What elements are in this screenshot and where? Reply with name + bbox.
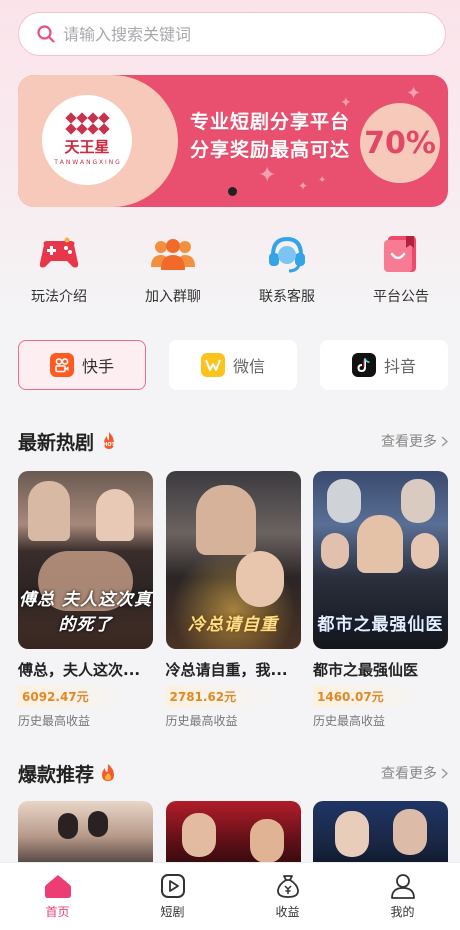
view-more-label: 查看更多 — [381, 434, 437, 450]
money-bag-icon — [276, 875, 299, 898]
banner-headline: 专业短剧分享平台 — [190, 111, 351, 133]
banner-percent: 70% — [360, 103, 440, 183]
drama-earnings: 2781.62元 — [165, 686, 276, 707]
hot-flame-icon: HOT — [103, 432, 116, 449]
drama-poster: 冷总请自重 — [165, 471, 301, 649]
drama-poster — [18, 801, 153, 871]
brand-logo: 天王星 T A N W A N G X I N G — [42, 95, 132, 185]
sparkle-icon: ✦ — [258, 163, 277, 188]
platform-label: 抖音 — [383, 357, 416, 376]
quick-item-label: 加入群聊 — [145, 289, 201, 305]
tab-earnings[interactable]: 收益 — [243, 873, 333, 920]
latest-drama-list: 傅总 夫人这次真的死了 傅总，夫人这次... 6092.47元 历史最高收益 冷… — [18, 471, 448, 729]
bottom-tab-bar: 首页 短剧 收益 我的 — [0, 862, 460, 930]
view-more-label: 查看更多 — [381, 766, 437, 782]
view-more-link[interactable]: 查看更多 — [381, 431, 448, 451]
flame-icon — [102, 764, 115, 781]
drama-poster — [165, 801, 301, 871]
tab-home[interactable]: 首页 — [13, 873, 103, 920]
play-icon — [160, 874, 185, 898]
section-title: 最新热剧 HOT — [18, 428, 118, 455]
drama-card[interactable] — [313, 801, 448, 871]
sparkle-icon: ✦ — [298, 179, 309, 193]
sparkle-icon: ✦ — [318, 175, 327, 186]
group-icon — [151, 232, 195, 276]
douyin-icon — [351, 353, 376, 377]
svg-text:HOT: HOT — [103, 442, 115, 448]
drama-title: 傅总，夫人这次... — [18, 661, 141, 679]
quick-item-label: 联系客服 — [259, 289, 315, 305]
poster-title: 都市之最强仙医 — [317, 615, 444, 635]
quick-actions: 玩法介绍 加入群聊 联系客服 平台公告 — [0, 232, 460, 312]
view-more-link[interactable]: 查看更多 — [381, 763, 448, 783]
earnings-caption: 历史最高收益 — [18, 714, 91, 728]
section-header-latest: 最新热剧 HOT 查看更多 — [18, 426, 448, 456]
platform-kuaishou-button[interactable]: 快手 — [18, 340, 146, 390]
platform-douyin-button[interactable]: 抖音 — [320, 340, 448, 390]
quick-item-announcement[interactable]: 平台公告 — [351, 232, 451, 312]
drama-card[interactable]: 冷总请自重 冷总请自重，我... 2781.62元 历史最高收益 — [165, 471, 301, 729]
banner-subline: 分享奖励最高可达 — [190, 139, 351, 161]
tab-mine[interactable]: 我的 — [358, 873, 448, 920]
tab-label: 收益 — [275, 905, 300, 919]
search-bar[interactable] — [18, 12, 446, 56]
headset-icon — [265, 232, 309, 276]
gamepad-icon — [37, 232, 81, 276]
tab-label: 短剧 — [160, 905, 185, 919]
brand-logo-sub: T A N W A N G X I N G — [54, 159, 120, 166]
chevron-right-icon — [441, 435, 448, 447]
promo-banner[interactable]: 天王星 T A N W A N G X I N G ✦ ✦ ✦ ✦ ✦ 专业短剧… — [18, 75, 448, 207]
quick-item-gameplay[interactable]: 玩法介绍 — [9, 232, 109, 312]
earnings-caption: 历史最高收益 — [165, 714, 238, 728]
tab-label: 我的 — [390, 905, 415, 919]
section-header-recommended: 爆款推荐 查看更多 — [18, 758, 448, 788]
home-icon — [44, 875, 71, 898]
drama-card[interactable]: 都市之最强仙医 都市之最强仙医 1460.07元 历史最高收益 — [313, 471, 448, 729]
search-input[interactable] — [63, 24, 403, 44]
section-title-text: 最新热剧 — [18, 431, 95, 454]
tab-drama[interactable]: 短剧 — [128, 873, 218, 920]
drama-poster — [313, 801, 448, 871]
brand-logo-name: 天王星 — [64, 138, 110, 156]
platform-label: 快手 — [81, 357, 114, 376]
carousel-indicator[interactable] — [228, 187, 237, 196]
chevron-right-icon — [441, 767, 448, 779]
quick-item-support[interactable]: 联系客服 — [237, 232, 337, 312]
drama-poster: 傅总 夫人这次真的死了 — [18, 471, 153, 649]
drama-poster: 都市之最强仙医 — [313, 471, 448, 649]
platform-label: 微信 — [232, 357, 265, 376]
section-title: 爆款推荐 — [18, 760, 116, 787]
earnings-caption: 历史最高收益 — [313, 714, 386, 728]
quick-item-label: 玩法介绍 — [31, 289, 87, 305]
quick-item-label: 平台公告 — [373, 289, 429, 305]
kuaishou-icon — [49, 353, 74, 377]
drama-card[interactable]: 傅总 夫人这次真的死了 傅总，夫人这次... 6092.47元 历史最高收益 — [18, 471, 153, 729]
recommended-drama-list — [18, 801, 448, 871]
drama-card[interactable] — [18, 801, 153, 871]
notice-book-icon — [379, 232, 423, 276]
drama-title: 都市之最强仙医 — [313, 661, 419, 679]
drama-card[interactable] — [165, 801, 301, 871]
drama-earnings: 1460.07元 — [313, 686, 423, 707]
quick-item-join-group[interactable]: 加入群聊 — [123, 232, 223, 312]
drama-earnings: 6092.47元 — [18, 686, 128, 707]
user-icon — [390, 874, 415, 899]
platform-wechat-button[interactable]: 微信 — [169, 340, 297, 390]
drama-title: 冷总请自重，我... — [165, 661, 288, 679]
wechat-video-icon — [200, 353, 225, 377]
section-title-text: 爆款推荐 — [18, 763, 95, 786]
tab-label: 首页 — [45, 905, 70, 919]
poster-title: 冷总请自重 — [188, 615, 278, 635]
search-icon — [37, 25, 55, 43]
sparkle-icon: ✦ — [406, 83, 422, 104]
poster-title: 傅总 夫人这次真的死了 — [19, 590, 152, 635]
platform-selector: 快手 微信 抖音 — [18, 340, 448, 390]
